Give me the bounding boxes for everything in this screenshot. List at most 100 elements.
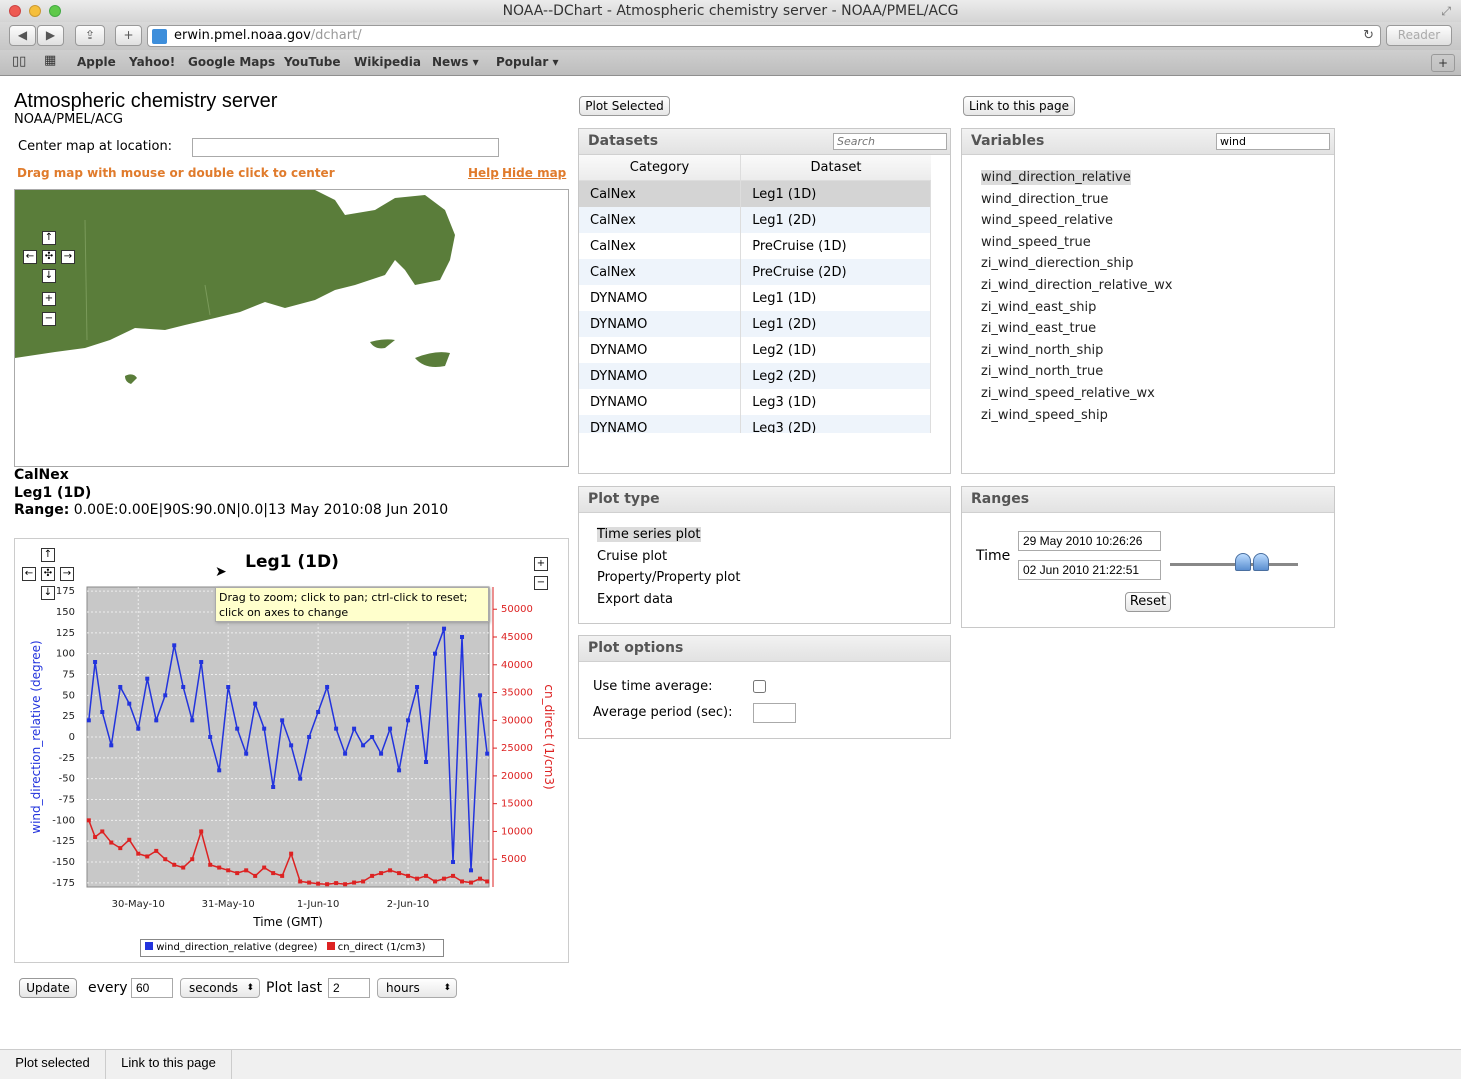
plot-type-property[interactable]: Property/Property plot bbox=[597, 570, 950, 592]
variable-item[interactable]: wind_speed_relative bbox=[979, 210, 1334, 232]
zoom-in-icon[interactable]: + bbox=[42, 292, 56, 306]
dataset-row[interactable]: DYNAMO Leg2 (1D) bbox=[579, 337, 930, 363]
every-unit-select[interactable]: seconds ⬍ bbox=[180, 978, 260, 998]
reload-icon[interactable]: ↻ bbox=[1363, 26, 1374, 46]
bottom-tab-link[interactable]: Link to this page bbox=[106, 1049, 232, 1079]
link-to-page-button[interactable]: Link to this page bbox=[963, 96, 1075, 116]
chart-zoom-in-icon[interactable]: + bbox=[534, 557, 548, 571]
chart-pan-right-icon[interactable]: → bbox=[60, 567, 74, 581]
share-button[interactable]: ⇪ bbox=[75, 25, 105, 46]
variable-item[interactable]: zi_wind_speed_relative_wx bbox=[979, 383, 1334, 405]
close-window-button[interactable] bbox=[9, 5, 21, 17]
back-button[interactable]: ◀ bbox=[9, 25, 36, 46]
bookmark-youtube[interactable]: YouTube bbox=[284, 55, 341, 69]
variable-label: zi_wind_north_ship bbox=[981, 342, 1104, 358]
variable-label: zi_wind_north_true bbox=[981, 364, 1104, 380]
time-slider-handle-end[interactable] bbox=[1253, 553, 1269, 571]
dataset-name-cell: Leg1 (1D) bbox=[740, 181, 930, 207]
series-point-1 bbox=[127, 837, 132, 842]
dataset-row[interactable]: DYNAMO Leg3 (2D) bbox=[579, 415, 930, 433]
series-point-0 bbox=[93, 660, 98, 664]
variable-item[interactable]: zi_wind_east_true bbox=[979, 318, 1334, 340]
plot-last-input[interactable] bbox=[328, 978, 370, 998]
map[interactable]: ↑ ← ✣ → ↓ + − bbox=[14, 189, 569, 467]
chart-pan-center-icon[interactable]: ✣ bbox=[41, 567, 55, 581]
address-bar[interactable]: erwin.pmel.noaa.gov/dchart/ ↻ bbox=[147, 25, 1381, 47]
variable-item[interactable]: zi_wind_direction_relative_wx bbox=[979, 275, 1334, 297]
y-left-tick-label: 175 bbox=[56, 586, 75, 597]
pan-down-icon[interactable]: ↓ bbox=[42, 269, 56, 283]
bookmark-wikipedia[interactable]: Wikipedia bbox=[354, 55, 421, 69]
reader-button[interactable]: Reader bbox=[1386, 25, 1452, 46]
time-average-checkbox[interactable] bbox=[753, 680, 766, 693]
top-sites-icon[interactable]: ▦ bbox=[44, 53, 56, 68]
time-slider-handle-start[interactable] bbox=[1235, 553, 1251, 571]
col-dataset[interactable]: Dataset bbox=[741, 155, 931, 180]
forward-button[interactable]: ▶ bbox=[37, 25, 64, 46]
hide-map-link[interactable]: Hide map bbox=[502, 166, 566, 180]
dataset-row[interactable]: CalNex Leg1 (1D) bbox=[579, 181, 930, 207]
series-point-1 bbox=[118, 846, 123, 851]
pan-center-icon[interactable]: ✣ bbox=[42, 250, 56, 264]
variable-item[interactable]: zi_wind_north_true bbox=[979, 361, 1334, 383]
time-slider-track[interactable] bbox=[1170, 563, 1298, 566]
every-input[interactable] bbox=[131, 978, 173, 998]
dataset-row[interactable]: CalNex PreCruise (2D) bbox=[579, 259, 930, 285]
reading-list-icon[interactable]: ▯▯ bbox=[12, 54, 26, 69]
average-period-input[interactable] bbox=[753, 703, 796, 723]
datasets-scroll[interactable]: CalNex Leg1 (1D) CalNex Leg1 (2D) CalNex PreC… bbox=[579, 181, 931, 433]
variable-item[interactable]: wind_direction_true bbox=[979, 189, 1334, 211]
time-start-input[interactable] bbox=[1018, 531, 1161, 551]
dataset-row[interactable]: DYNAMO Leg2 (2D) bbox=[579, 363, 930, 389]
minimize-window-button[interactable] bbox=[29, 5, 41, 17]
chart-tooltip: Drag to zoom; click to pan; ctrl-click t… bbox=[215, 587, 489, 622]
variable-item[interactable]: zi_wind_north_ship bbox=[979, 340, 1334, 362]
plot-selected-button[interactable]: Plot Selected bbox=[579, 96, 670, 116]
fullscreen-icon[interactable]: ⤢ bbox=[1441, 0, 1451, 22]
reset-button[interactable]: Reset bbox=[1125, 592, 1171, 612]
zoom-out-icon[interactable]: − bbox=[42, 312, 56, 326]
variable-item[interactable]: zi_wind_east_ship bbox=[979, 297, 1334, 319]
dataset-row[interactable]: DYNAMO Leg1 (2D) bbox=[579, 311, 930, 337]
variables-search[interactable] bbox=[1216, 133, 1330, 150]
update-button[interactable]: Update bbox=[19, 978, 77, 998]
plot-last-unit-select[interactable]: hours ⬍ bbox=[377, 978, 457, 998]
bookmark-news[interactable]: News ▾ bbox=[432, 55, 479, 69]
zoom-window-button[interactable] bbox=[49, 5, 61, 17]
bookmark-popular[interactable]: Popular ▾ bbox=[496, 55, 559, 69]
dataset-row[interactable]: CalNex Leg1 (2D) bbox=[579, 207, 930, 233]
variable-item[interactable]: zi_wind_speed_ship bbox=[979, 405, 1334, 427]
chart-pan-down-icon[interactable]: ↓ bbox=[41, 586, 55, 600]
series-point-1 bbox=[307, 880, 312, 885]
time-end-input[interactable] bbox=[1018, 560, 1161, 580]
chart-zoom-out-icon[interactable]: − bbox=[534, 576, 548, 590]
datasets-search[interactable] bbox=[833, 133, 947, 150]
plot-type-label: Cruise plot bbox=[597, 548, 668, 564]
center-map-input[interactable] bbox=[192, 138, 499, 157]
plot-type-export[interactable]: Export data bbox=[597, 592, 950, 614]
dataset-row[interactable]: DYNAMO Leg1 (1D) bbox=[579, 285, 930, 311]
pan-left-icon[interactable]: ← bbox=[23, 250, 37, 264]
dataset-row[interactable]: DYNAMO Leg3 (1D) bbox=[579, 389, 930, 415]
dataset-row[interactable]: CalNex PreCruise (1D) bbox=[579, 233, 930, 259]
bookmark-google-maps[interactable]: Google Maps bbox=[188, 55, 275, 69]
variable-item[interactable]: wind_speed_true bbox=[979, 232, 1334, 254]
bookmark-yahoo[interactable]: Yahoo! bbox=[129, 55, 175, 69]
chart-pan-up-icon[interactable]: ↑ bbox=[41, 548, 55, 562]
chart-pan-left-icon[interactable]: ← bbox=[22, 567, 36, 581]
series-point-1 bbox=[253, 873, 258, 878]
col-category[interactable]: Category bbox=[579, 155, 741, 180]
bottom-tab-plot-selected[interactable]: Plot selected bbox=[0, 1049, 106, 1079]
pan-right-icon[interactable]: → bbox=[61, 250, 75, 264]
dataset-category-cell: CalNex bbox=[579, 259, 742, 285]
pan-up-icon[interactable]: ↑ bbox=[42, 231, 56, 245]
plot-type-time-series[interactable]: Time series plot bbox=[597, 527, 950, 549]
variable-item[interactable]: wind_direction_relative bbox=[979, 167, 1334, 189]
variable-item[interactable]: zi_wind_dierection_ship bbox=[979, 253, 1334, 275]
plot-last-label: Plot last bbox=[266, 980, 323, 996]
add-bookmark-button[interactable]: + bbox=[1431, 54, 1455, 72]
new-tab-button[interactable]: + bbox=[115, 25, 142, 46]
map-help-link[interactable]: Help bbox=[468, 166, 499, 180]
bookmark-apple[interactable]: Apple bbox=[77, 55, 116, 69]
plot-type-cruise[interactable]: Cruise plot bbox=[597, 549, 950, 571]
